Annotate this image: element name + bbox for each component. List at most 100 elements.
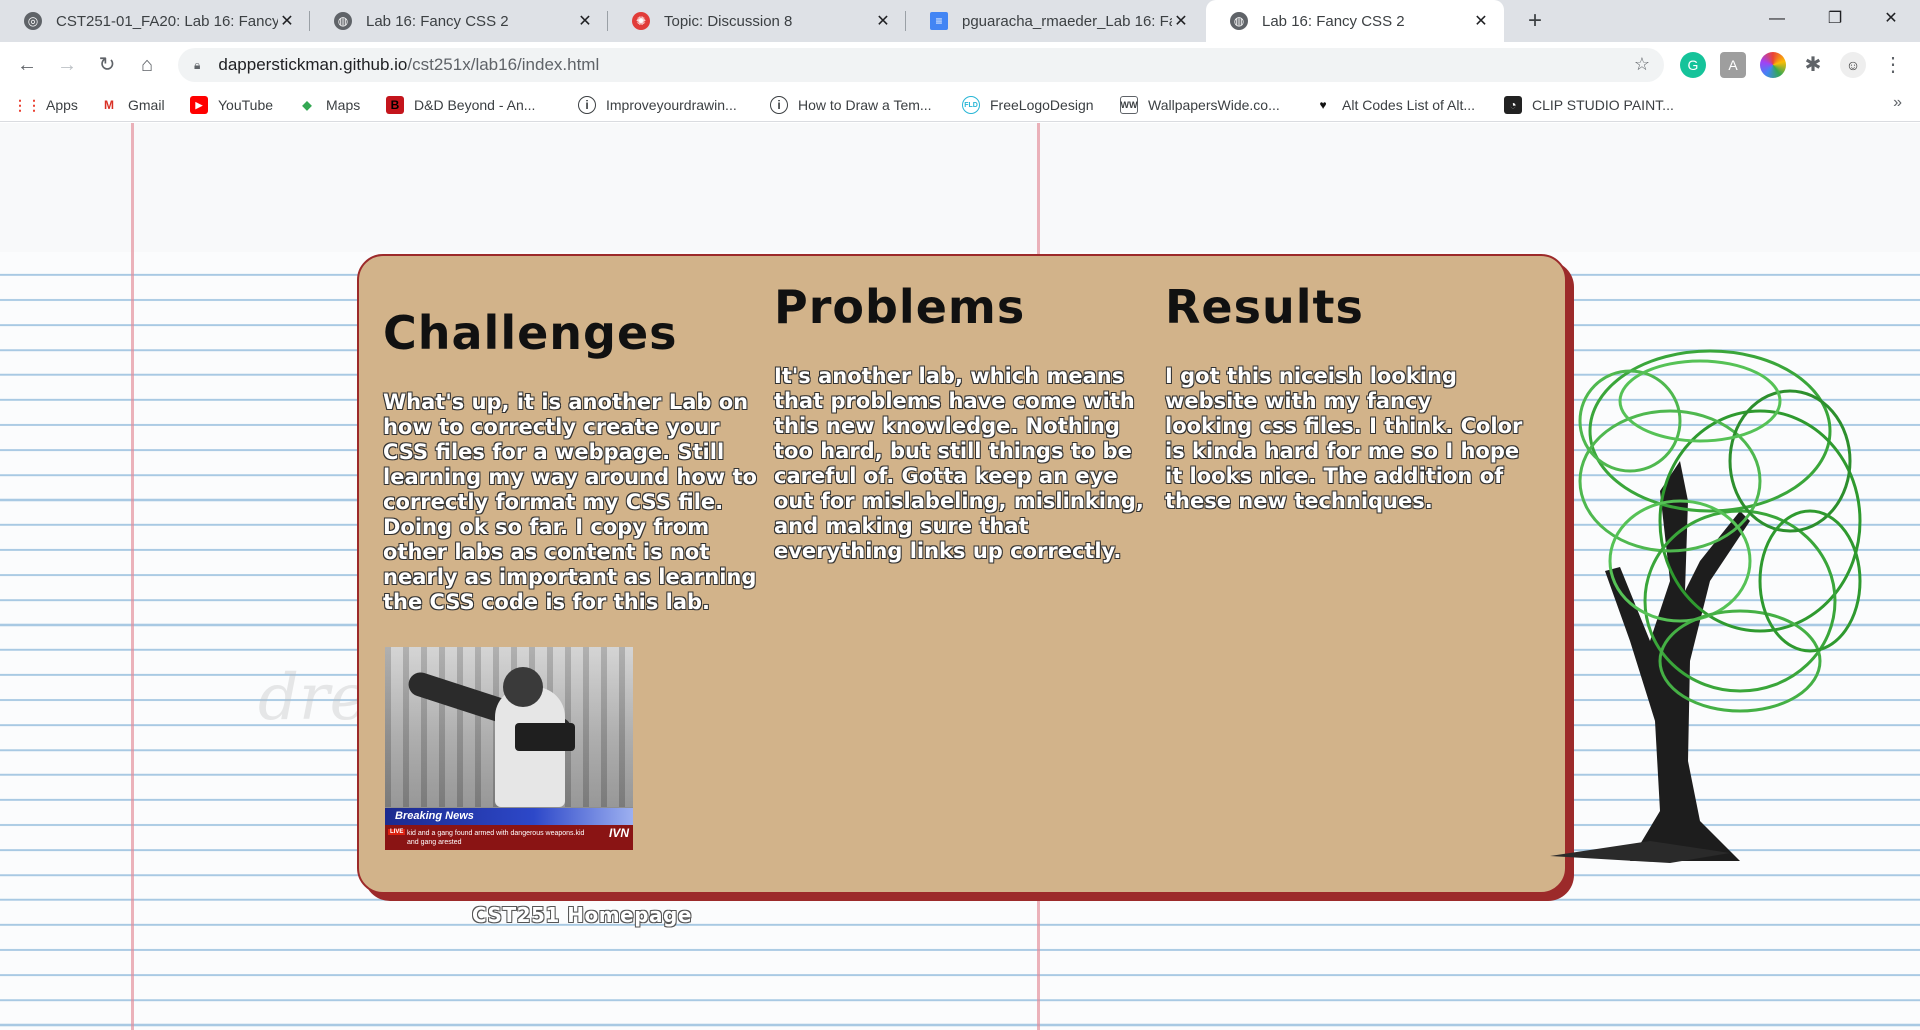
puzzle-extensions-icon[interactable]: ✱ [1800, 52, 1826, 78]
paper-top-margin [0, 123, 1920, 252]
close-icon[interactable]: ✕ [576, 11, 594, 31]
content-card: Challenges What's up, it is another Lab … [357, 254, 1567, 894]
new-tab-button[interactable]: + [1520, 6, 1550, 36]
clipstudio-icon: ◔ [1504, 96, 1522, 114]
chevron-more-icon[interactable]: » [1893, 94, 1902, 112]
color-picker-icon[interactable] [1760, 52, 1786, 78]
bookmark-howtodraw[interactable]: i How to Draw a Tem... [770, 94, 932, 116]
bookmark-label: Alt Codes List of Alt... [1342, 97, 1476, 113]
bookmark-apps[interactable]: ⋮⋮ Apps [13, 94, 78, 116]
tab-lab16-a[interactable]: ◍ Lab 16: Fancy CSS 2 ✕ [310, 0, 608, 42]
gmail-icon: M [104, 98, 114, 112]
close-icon[interactable]: ✕ [1172, 11, 1190, 31]
browser-toolbar: ← → ↻ ⌂ 🔒︎ dapperstickman.github.io/cst2… [0, 42, 1920, 88]
tab-title: CST251-01_FA20: Lab 16: Fancy C [56, 12, 278, 30]
wallpaper-icon: WW [1120, 96, 1138, 114]
docs-icon: ≡ [930, 12, 948, 30]
results-heading: Results [1165, 280, 1364, 334]
url-path: /cst251x/lab16/index.html [407, 55, 600, 74]
extension-icon[interactable]: A [1720, 52, 1746, 78]
problems-text: It's another lab, which means that probl… [774, 364, 1144, 563]
close-icon[interactable]: ✕ [1472, 11, 1490, 31]
bookmark-label: Improveyourdrawin... [606, 97, 737, 113]
bookmark-label: CLIP STUDIO PAINT... [1532, 97, 1674, 113]
challenges-heading: Challenges [383, 306, 678, 360]
tree-trunk [1550, 461, 1750, 863]
bookmarks-bar: ⋮⋮ Apps M Gmail ▶ YouTube ◆ Maps B D&D Beyond… [0, 88, 1920, 122]
bookmark-wallpaperswide[interactable]: WW WallpapersWide.co... [1120, 94, 1280, 116]
minimize-button[interactable]: — [1748, 0, 1806, 38]
tab-strip: ◎ CST251-01_FA20: Lab 16: Fancy C ✕ ◍ La… [0, 0, 1920, 42]
url-host: dapperstickman.github.io [218, 55, 408, 74]
problems-heading: Problems [774, 280, 1026, 334]
bookmark-gmail[interactable]: M Gmail [100, 94, 165, 116]
address-bar[interactable]: 🔒︎ dapperstickman.github.io/cst251x/lab1… [178, 48, 1664, 82]
results-text: I got this niceish looking website with … [1165, 364, 1523, 513]
tree-illustration [1550, 349, 1862, 863]
tab-title: Topic: Discussion 8 [664, 12, 793, 30]
lock-icon[interactable]: 🔒︎ [194, 58, 200, 73]
challenges-text: What's up, it is another Lab on how to c… [383, 390, 757, 614]
bookmark-label: Maps [326, 97, 361, 113]
problems-column: Problems It's another lab, which means t… [774, 280, 1164, 564]
close-window-button[interactable]: ✕ [1862, 0, 1920, 38]
globe-icon: ◍ [334, 12, 352, 30]
faded-watermark: dre [258, 661, 368, 735]
tab-title: pguaracha_rmaeder_Lab 16: Fanc [962, 12, 1172, 30]
reload-icon[interactable]: ↻ [92, 50, 122, 80]
news-live-badge: LIVE [388, 829, 406, 835]
back-arrow-icon[interactable]: ← [12, 50, 42, 80]
heart-icon: ♥ [1319, 98, 1327, 112]
breaking-news-image: Breaking News kid and a gang found armed… [385, 647, 633, 850]
bookmark-label: YouTube [218, 97, 274, 113]
news-photo-sight [515, 723, 575, 751]
bookmark-star-icon[interactable]: ☆ [1634, 54, 1650, 75]
bookmark-clipstudio[interactable]: ◔ CLIP STUDIO PAINT... [1504, 94, 1674, 116]
youtube-icon: ▶ [190, 96, 208, 114]
dndbeyond-icon: B [386, 96, 404, 114]
menu-kebab-icon[interactable]: ⋮ [1880, 52, 1906, 78]
course-icon: ◎ [24, 12, 42, 30]
bookmark-label: Apps [46, 97, 78, 113]
news-caption: kid and a gang found armed with dangerou… [385, 825, 633, 850]
canvas-icon: ✺ [632, 12, 650, 30]
tab-title: Lab 16: Fancy CSS 2 [1262, 12, 1405, 30]
challenges-column: Challenges What's up, it is another Lab … [383, 306, 763, 615]
bookmark-freelogodesign[interactable]: FLD FreeLogoDesign [962, 94, 1094, 116]
bookmark-dndbeyond[interactable]: B D&D Beyond - An... [386, 94, 535, 116]
bookmark-altcodes[interactable]: ♥ Alt Codes List of Alt... [1314, 94, 1475, 116]
restore-button[interactable]: ❐ [1806, 0, 1864, 38]
freelogo-icon: FLD [962, 96, 980, 114]
bookmark-label: Gmail [128, 97, 165, 113]
tab-course[interactable]: ◎ CST251-01_FA20: Lab 16: Fancy C ✕ [0, 0, 310, 42]
grammarly-icon[interactable]: G [1680, 52, 1706, 78]
close-icon[interactable]: ✕ [278, 11, 296, 31]
bookmark-label: FreeLogoDesign [990, 97, 1094, 113]
apps-grid-icon: ⋮⋮ [13, 96, 41, 113]
bookmark-label: WallpapersWide.co... [1148, 97, 1280, 113]
globe-icon: ◍ [1230, 12, 1248, 30]
tab-discussion[interactable]: ✺ Topic: Discussion 8 ✕ [608, 0, 906, 42]
tab-lab16-active[interactable]: ◍ Lab 16: Fancy CSS 2 ✕ [1206, 0, 1504, 42]
tab-title: Lab 16: Fancy CSS 2 [366, 12, 509, 30]
info-icon: i [578, 96, 596, 114]
close-icon[interactable]: ✕ [874, 11, 892, 31]
tab-docs[interactable]: ≡ pguaracha_rmaeder_Lab 16: Fanc ✕ [906, 0, 1204, 42]
bookmark-maps[interactable]: ◆ Maps [298, 94, 360, 116]
bookmark-label: D&D Beyond - An... [414, 97, 536, 113]
results-column: Results I got this niceish looking websi… [1165, 280, 1525, 514]
home-icon[interactable]: ⌂ [132, 50, 162, 80]
news-banner: Breaking News [385, 808, 633, 825]
info-icon: i [770, 96, 788, 114]
bookmark-improveyourdrawing[interactable]: i Improveyourdrawin... [578, 94, 737, 116]
forward-arrow-icon[interactable]: → [52, 50, 82, 80]
homepage-link[interactable]: CST251 Homepage [472, 903, 692, 927]
tree-foliage [1578, 349, 1862, 713]
bookmark-label: How to Draw a Tem... [798, 97, 932, 113]
profile-avatar[interactable]: ☺ [1840, 52, 1866, 78]
maps-icon: ◆ [302, 98, 312, 112]
page-viewport: dre Challenges What's up, it is another … [0, 123, 1920, 1030]
bookmark-youtube[interactable]: ▶ YouTube [190, 94, 273, 116]
news-channel-logo: IVN [608, 826, 629, 840]
margin-line [131, 123, 134, 1030]
